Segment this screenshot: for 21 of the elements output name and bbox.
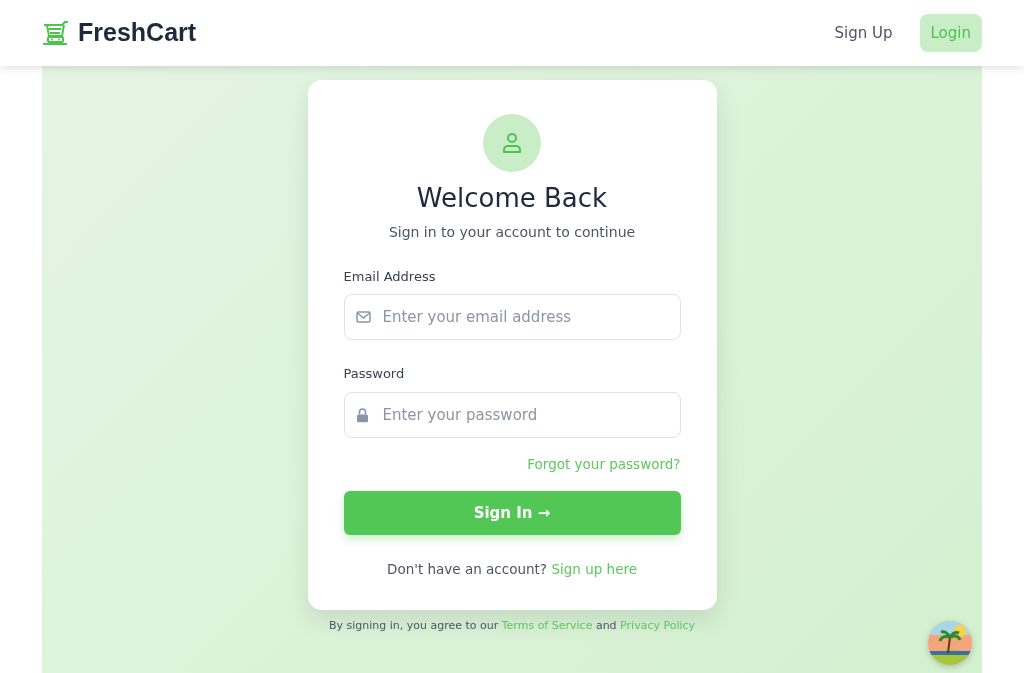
forgot-password-link[interactable]: Forgot your password? (527, 455, 681, 472)
nav-link[interactable]: Login (919, 13, 982, 53)
nav-link[interactable]: Sign Up (823, 13, 904, 53)
sign-in-button[interactable]: Sign In → (343, 490, 681, 535)
envelope-icon (355, 311, 371, 324)
privacy-link[interactable]: Privacy Policy (620, 618, 696, 632)
user-icon (501, 132, 523, 154)
terms-link[interactable]: Terms of Service (501, 618, 593, 632)
field-label: Email Address (343, 267, 437, 286)
subtitle: Sign in to your account to continue (387, 222, 637, 242)
signup-prompt: Don't have an account? (387, 560, 547, 577)
palm-tree-button[interactable] (928, 621, 972, 665)
sign-up-link[interactable]: Sign up here (551, 560, 637, 577)
brand-name[interactable]: FreshCart (78, 14, 197, 52)
email-field[interactable]: Enter your email address (343, 294, 681, 341)
cart-icon (42, 21, 70, 45)
field-label: Password (343, 365, 406, 384)
terms-note: By signing in, you agree to our Terms of Service and Privacy Policy (328, 617, 696, 634)
page-title: Welcome Back (415, 182, 609, 215)
lock-icon (355, 407, 369, 423)
password-field[interactable]: Enter your password (343, 391, 681, 438)
